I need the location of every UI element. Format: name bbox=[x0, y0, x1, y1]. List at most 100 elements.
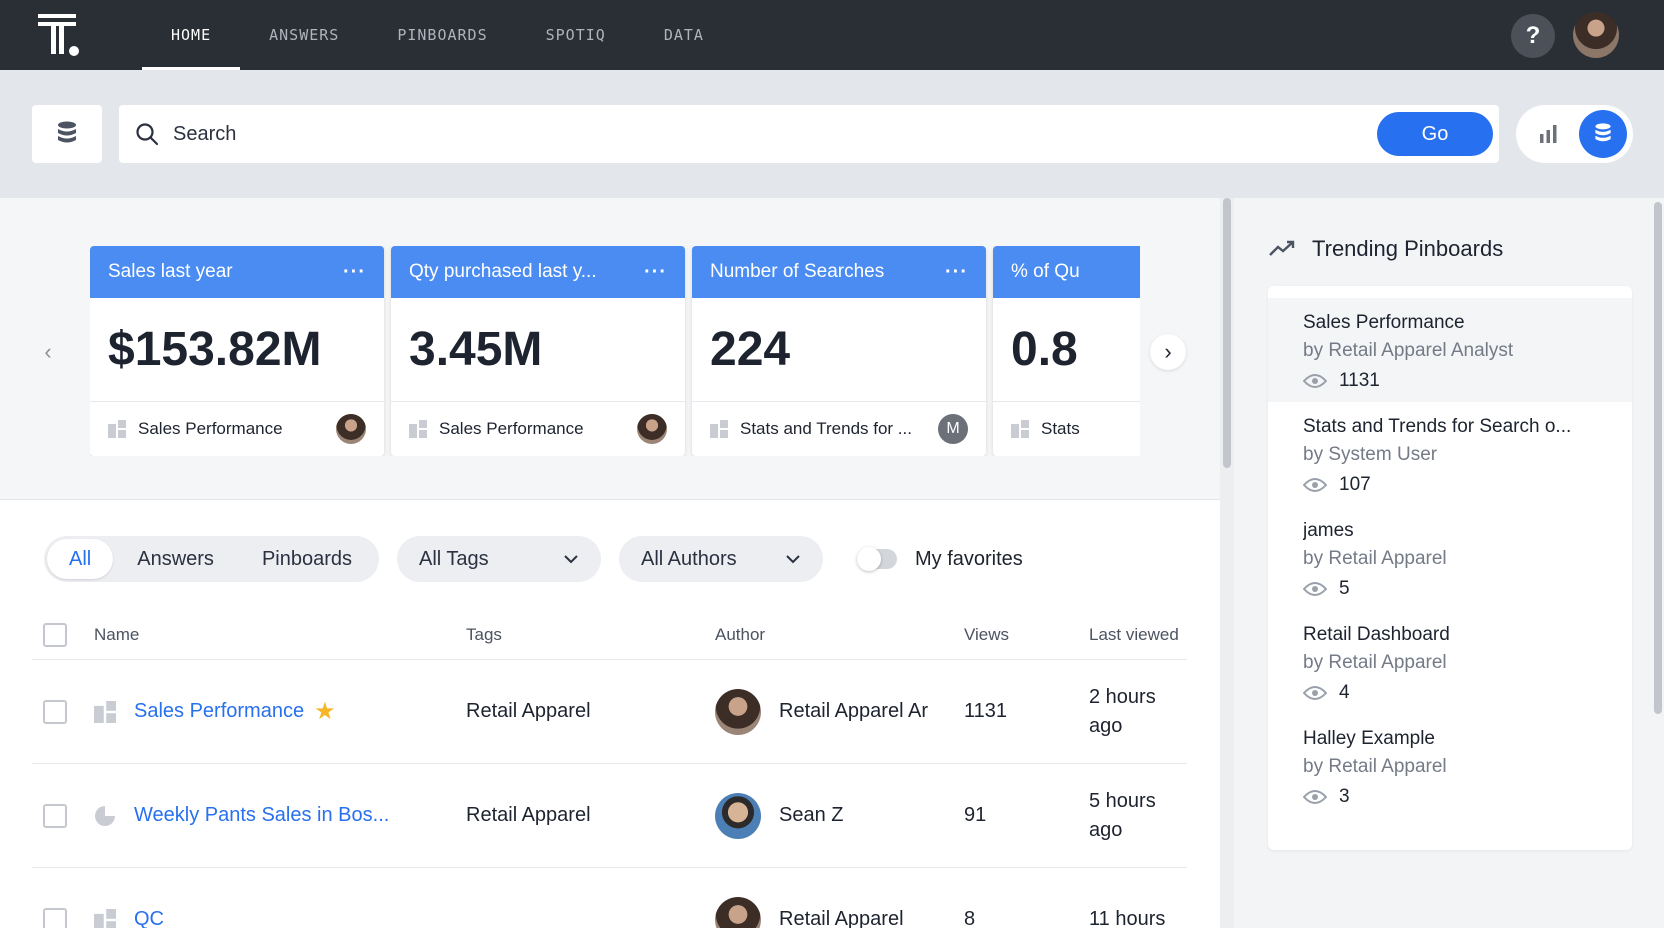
main-scrollbar[interactable] bbox=[1220, 198, 1234, 928]
filter-pinboards[interactable]: Pinboards bbox=[238, 539, 376, 579]
home-main: ‹ Sales last year ··· $153.82M Sales Perf… bbox=[0, 198, 1220, 928]
help-button[interactable]: ? bbox=[1511, 14, 1555, 58]
kpi-title: Qty purchased last y... bbox=[409, 261, 597, 282]
pinboard-icon bbox=[409, 420, 427, 438]
top-nav: HOME ANSWERS PINBOARDS SPOTIQ DATA ? bbox=[0, 0, 1664, 70]
pinboard-icon bbox=[94, 700, 116, 723]
trending-item-title[interactable]: Retail Dashboard bbox=[1303, 624, 1613, 646]
row-checkbox[interactable] bbox=[43, 907, 67, 928]
trending-list: Sales Performance by Retail Apparel Anal… bbox=[1268, 286, 1632, 850]
trending-panel: Trending Pinboards Sales Performance by … bbox=[1234, 198, 1664, 928]
row-last-viewed: 5 hours ago bbox=[1089, 789, 1156, 841]
header-tags[interactable]: Tags bbox=[466, 625, 715, 645]
kpi-source[interactable]: Stats bbox=[1041, 419, 1140, 439]
row-tags[interactable]: Retail Apparel bbox=[466, 804, 715, 827]
panel-scrollbar[interactable] bbox=[1652, 198, 1664, 928]
thoughtspot-logo-icon[interactable] bbox=[38, 14, 84, 58]
row-name-link[interactable]: QC bbox=[134, 908, 164, 928]
nav-answers[interactable]: ANSWERS bbox=[240, 0, 368, 70]
more-options-icon[interactable]: ··· bbox=[343, 261, 366, 284]
select-all-checkbox[interactable] bbox=[43, 622, 67, 647]
nav-spotiq[interactable]: SPOTIQ bbox=[517, 0, 635, 70]
nav-data[interactable]: DATA bbox=[635, 0, 733, 70]
trending-icon bbox=[1269, 240, 1295, 256]
go-button[interactable]: Go bbox=[1377, 112, 1493, 156]
trending-item[interactable]: james by Retail Apparel 5 bbox=[1268, 506, 1632, 610]
kpi-carousel: ‹ Sales last year ··· $153.82M Sales Perf… bbox=[0, 198, 1220, 500]
row-tags[interactable]: Retail Apparel bbox=[466, 700, 715, 723]
data-sources-button[interactable] bbox=[32, 105, 102, 163]
kpi-source[interactable]: Sales Performance bbox=[439, 419, 629, 439]
more-options-icon[interactable]: ··· bbox=[945, 261, 968, 284]
avatar bbox=[715, 688, 761, 735]
trending-item-author: by Retail Apparel bbox=[1303, 548, 1447, 569]
favorites-label: My favorites bbox=[915, 547, 1023, 570]
more-options-icon[interactable]: ··· bbox=[644, 261, 667, 284]
filter-bar: All Answers Pinboards All Tags All Autho… bbox=[44, 536, 1023, 582]
kpi-source[interactable]: Stats and Trends for ... bbox=[740, 419, 930, 439]
user-avatar[interactable] bbox=[1573, 12, 1619, 58]
trending-item-title[interactable]: james bbox=[1303, 520, 1613, 542]
eye-icon bbox=[1303, 686, 1327, 700]
kpi-card[interactable]: Sales last year ··· $153.82M Sales Perfor… bbox=[90, 246, 384, 456]
header-author[interactable]: Author bbox=[715, 625, 964, 645]
header-last-viewed[interactable]: Last viewed bbox=[1089, 620, 1187, 649]
eye-icon bbox=[1303, 374, 1327, 388]
trending-item-views: 4 bbox=[1339, 682, 1350, 703]
authors-dropdown[interactable]: All Authors bbox=[619, 536, 823, 582]
kpi-card[interactable]: Number of Searches ··· 224 Stats and Tren… bbox=[692, 246, 986, 456]
trending-item[interactable]: Retail Dashboard by Retail Apparel 4 bbox=[1268, 610, 1632, 714]
pinboard-icon bbox=[1011, 420, 1029, 438]
row-views: 1131 bbox=[964, 700, 1008, 722]
tags-dropdown[interactable]: All Tags bbox=[397, 536, 601, 582]
bar-chart-icon[interactable] bbox=[1536, 122, 1560, 146]
row-name-link[interactable]: Sales Performance bbox=[134, 700, 304, 723]
trending-item-views: 5 bbox=[1339, 578, 1350, 599]
kpi-card[interactable]: % of Qu 0.8 Stats bbox=[993, 246, 1140, 456]
trending-item[interactable]: Stats and Trends for Search o... by Syst… bbox=[1268, 402, 1632, 506]
table-row[interactable]: Weekly Pants Sales in Bos... Retail Appa… bbox=[32, 764, 1187, 868]
eye-icon bbox=[1303, 478, 1327, 492]
scrollbar-thumb[interactable] bbox=[1654, 202, 1662, 714]
nav-home[interactable]: HOME bbox=[142, 0, 241, 70]
favorites-filter: My favorites bbox=[857, 547, 1023, 571]
table-row[interactable]: Sales Performance ★ Retail Apparel Retai… bbox=[32, 660, 1187, 764]
header-name[interactable]: Name bbox=[94, 625, 466, 645]
row-author: Retail Apparel Ar bbox=[779, 700, 928, 722]
trending-item[interactable]: Sales Performance by Retail Apparel Anal… bbox=[1268, 298, 1632, 402]
trending-item-title[interactable]: Stats and Trends for Search o... bbox=[1303, 416, 1613, 438]
kpi-value: 224 bbox=[692, 298, 986, 402]
pinboard-icon bbox=[94, 908, 116, 928]
row-name-link[interactable]: Weekly Pants Sales in Bos... bbox=[134, 804, 389, 827]
pinboard-icon bbox=[710, 420, 728, 438]
favorites-toggle[interactable] bbox=[857, 547, 897, 571]
kpi-source[interactable]: Sales Performance bbox=[138, 419, 328, 439]
row-views: 8 bbox=[964, 908, 976, 928]
trending-item-title[interactable]: Sales Performance bbox=[1303, 312, 1613, 334]
search-input[interactable] bbox=[173, 119, 1273, 149]
row-checkbox[interactable] bbox=[43, 699, 67, 724]
data-mode-button[interactable] bbox=[1579, 110, 1627, 158]
author-avatar bbox=[336, 414, 366, 444]
scrollbar-thumb[interactable] bbox=[1223, 198, 1231, 468]
kpi-card[interactable]: Qty purchased last y... ··· 3.45M Sales P… bbox=[391, 246, 685, 456]
row-checkbox[interactable] bbox=[43, 803, 67, 828]
eye-icon bbox=[1303, 582, 1327, 596]
trending-item-author: by System User bbox=[1303, 444, 1438, 465]
filter-answers[interactable]: Answers bbox=[113, 539, 238, 579]
search-box: Go bbox=[119, 105, 1499, 163]
content-table: Name Tags Author Views Last viewed Sales… bbox=[32, 610, 1187, 928]
table-row[interactable]: QC Retail Apparel 8 11 hours bbox=[32, 868, 1187, 928]
table-header: Name Tags Author Views Last viewed bbox=[32, 610, 1187, 660]
trending-item[interactable]: Halley Example by Retail Apparel 3 bbox=[1268, 714, 1632, 818]
trending-item-title[interactable]: Halley Example bbox=[1303, 728, 1613, 750]
star-icon[interactable]: ★ bbox=[314, 697, 336, 726]
search-icon bbox=[136, 123, 159, 146]
header-views[interactable]: Views bbox=[964, 625, 1089, 645]
avatar bbox=[715, 896, 761, 928]
carousel-next-button[interactable]: › bbox=[1150, 334, 1186, 370]
carousel-prev-button[interactable]: ‹ bbox=[30, 334, 66, 370]
kpi-title: Number of Searches bbox=[710, 261, 885, 282]
filter-all[interactable]: All bbox=[47, 539, 114, 579]
nav-pinboards[interactable]: PINBOARDS bbox=[368, 0, 516, 70]
